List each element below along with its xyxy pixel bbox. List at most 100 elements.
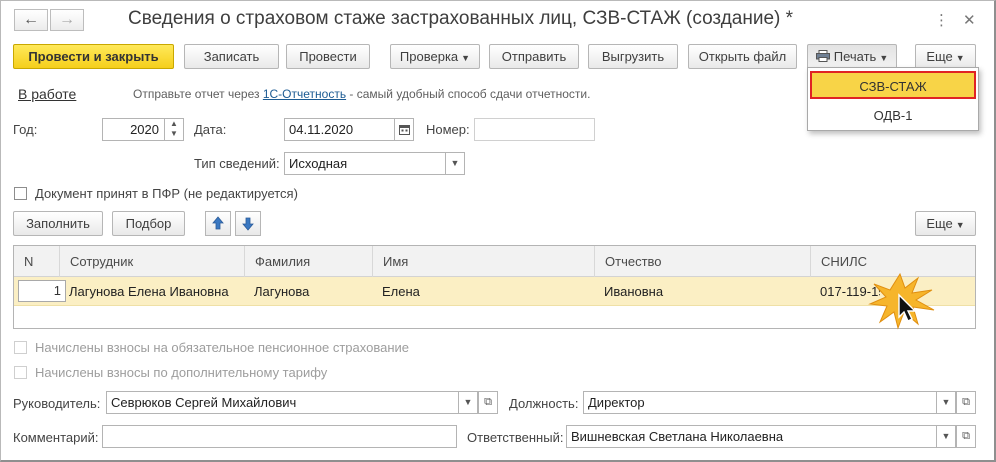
number-field[interactable] <box>474 118 595 141</box>
comment-field[interactable] <box>102 425 457 448</box>
more-button[interactable]: Еще ▼ <box>915 44 976 69</box>
table-row[interactable]: 1 Лагунова Елена Ивановна Лагунова Елена… <box>14 277 975 306</box>
column-header-patronymic[interactable]: Отчество <box>594 246 810 277</box>
position-dropdown-button[interactable]: ▼ <box>936 391 956 414</box>
more-label: Еще <box>926 49 953 64</box>
position-field[interactable]: Директор ▼ <box>583 391 956 414</box>
caret-down-icon: ▼ <box>955 220 965 230</box>
save-button[interactable]: Записать <box>184 44 279 69</box>
select-button[interactable]: Подбор <box>112 211 185 236</box>
send-button[interactable]: Отправить <box>489 44 579 69</box>
status-link[interactable]: В работе <box>18 86 76 102</box>
fill-button[interactable]: Заполнить <box>13 211 103 236</box>
column-header-name[interactable]: Имя <box>372 246 594 277</box>
patronymic-cell[interactable]: Ивановна <box>594 277 810 306</box>
chevron-down-icon: ▼ <box>941 431 951 441</box>
post-and-close-button[interactable]: Провести и закрыть <box>13 44 174 69</box>
arrow-up-icon <box>212 216 224 230</box>
column-header-n[interactable]: N <box>14 246 59 277</box>
check-button[interactable]: Проверка ▼ <box>390 44 480 69</box>
print-button[interactable]: Печать ▼ <box>807 44 897 69</box>
surname-cell[interactable]: Лагунова <box>244 277 372 306</box>
open-form-icon: ⧉ <box>484 396 492 408</box>
post-button[interactable]: Провести <box>286 44 370 69</box>
export-button[interactable]: Выгрузить <box>588 44 678 69</box>
responsible-open-button[interactable]: ⧉ <box>956 425 976 448</box>
name-cell[interactable]: Елена <box>372 277 594 306</box>
type-dropdown-button[interactable]: ▼ <box>445 152 465 175</box>
open-file-button[interactable]: Открыть файл <box>688 44 797 69</box>
open-form-icon: ⧉ <box>962 430 970 442</box>
comment-label: Комментарий: <box>13 430 99 445</box>
caret-down-icon: ▼ <box>461 53 471 63</box>
vertical-dots-icon[interactable]: ⋮ <box>934 11 949 29</box>
arrow-left-icon: ← <box>23 11 39 28</box>
accepted-label: Документ принят в ПФР (не редактируется) <box>35 186 298 201</box>
check-label: Проверка <box>399 49 459 64</box>
calendar-icon <box>398 125 410 135</box>
head-value: Севрюков Сергей Михайлович <box>111 395 297 410</box>
forward-button[interactable]: → <box>50 9 84 31</box>
table-header: N Сотрудник Фамилия Имя Отчество СНИЛС <box>14 246 975 277</box>
head-label: Руководитель: <box>13 396 101 411</box>
employee-cell[interactable]: Лагунова Елена Ивановна <box>59 277 244 306</box>
date-value: 04.11.2020 <box>289 122 354 137</box>
type-value: Исходная <box>289 156 348 171</box>
printer-icon <box>815 50 830 62</box>
spin-up-icon: ▲ <box>170 119 178 128</box>
position-open-button[interactable]: ⧉ <box>956 391 976 414</box>
arrow-down-icon <box>242 217 254 231</box>
responsible-dropdown-button[interactable]: ▼ <box>936 425 956 448</box>
chevron-down-icon: ▼ <box>463 397 473 407</box>
mouse-cursor-icon <box>898 293 917 322</box>
responsible-value: Вишневская Светлана Николаевна <box>571 429 784 444</box>
arrow-right-icon: → <box>59 11 75 28</box>
year-label: Год: <box>13 122 38 137</box>
pension-checkbox[interactable] <box>14 341 27 354</box>
caret-down-icon: ▼ <box>955 53 965 63</box>
head-field[interactable]: Севрюков Сергей Михайлович ▼ <box>106 391 478 414</box>
date-field[interactable]: 04.11.2020 <box>284 118 414 141</box>
position-value: Директор <box>588 395 645 410</box>
print-menu: СЗВ-СТАЖ ОДВ-1 <box>807 67 979 131</box>
pension-label: Начислены взносы на обязательное пенсион… <box>35 340 410 355</box>
year-spinner[interactable]: ▲ ▼ <box>164 118 184 141</box>
number-label: Номер: <box>426 122 470 137</box>
table-more-label: Еще <box>926 216 953 231</box>
accepted-checkbox[interactable] <box>14 187 27 200</box>
window-title: Сведения о страховом стаже застрахованны… <box>128 8 794 29</box>
table-more-button[interactable]: Еще ▼ <box>915 211 976 236</box>
move-down-button[interactable] <box>235 211 261 236</box>
date-label: Дата: <box>194 122 227 137</box>
hint-text: Отправьте отчет через <box>133 87 263 101</box>
close-icon[interactable]: ✕ <box>963 11 976 29</box>
responsible-label: Ответственный: <box>467 430 564 445</box>
chevron-down-icon: ▼ <box>450 158 460 168</box>
head-open-button[interactable]: ⧉ <box>478 391 498 414</box>
reporting-hint: Отправьте отчет через 1С-Отчетность - са… <box>133 87 590 101</box>
spin-down-icon: ▼ <box>170 129 178 138</box>
head-dropdown-button[interactable]: ▼ <box>458 391 478 414</box>
year-value: 2020 <box>130 122 159 137</box>
print-menu-item-szv-stazh[interactable]: СЗВ-СТАЖ <box>810 71 976 99</box>
column-header-surname[interactable]: Фамилия <box>244 246 372 277</box>
calendar-button[interactable] <box>394 118 414 141</box>
column-header-employee[interactable]: Сотрудник <box>59 246 244 277</box>
additional-tariff-checkbox[interactable] <box>14 366 27 379</box>
responsible-field[interactable]: Вишневская Светлана Николаевна ▼ <box>566 425 956 448</box>
open-form-icon: ⧉ <box>962 396 970 408</box>
back-button[interactable]: ← <box>14 9 48 31</box>
type-select[interactable]: Исходная ▼ <box>284 152 465 175</box>
move-up-button[interactable] <box>205 211 231 236</box>
print-label: Печать <box>833 49 877 64</box>
caret-down-icon: ▼ <box>879 53 889 63</box>
year-field[interactable]: 2020 ▲ ▼ <box>102 118 184 141</box>
additional-tariff-label: Начислены взносы по дополнительному тари… <box>35 365 328 380</box>
position-label: Должность: <box>509 396 579 411</box>
employees-table: N Сотрудник Фамилия Имя Отчество СНИЛС 1… <box>13 245 976 329</box>
chevron-down-icon: ▼ <box>941 397 951 407</box>
hint-text-end: - самый удобный способ сдачи отчетности. <box>346 87 591 101</box>
reporting-link[interactable]: 1С-Отчетность <box>263 87 346 101</box>
print-menu-item-odv-1[interactable]: ОДВ-1 <box>810 102 976 130</box>
type-label: Тип сведений: <box>194 156 280 171</box>
